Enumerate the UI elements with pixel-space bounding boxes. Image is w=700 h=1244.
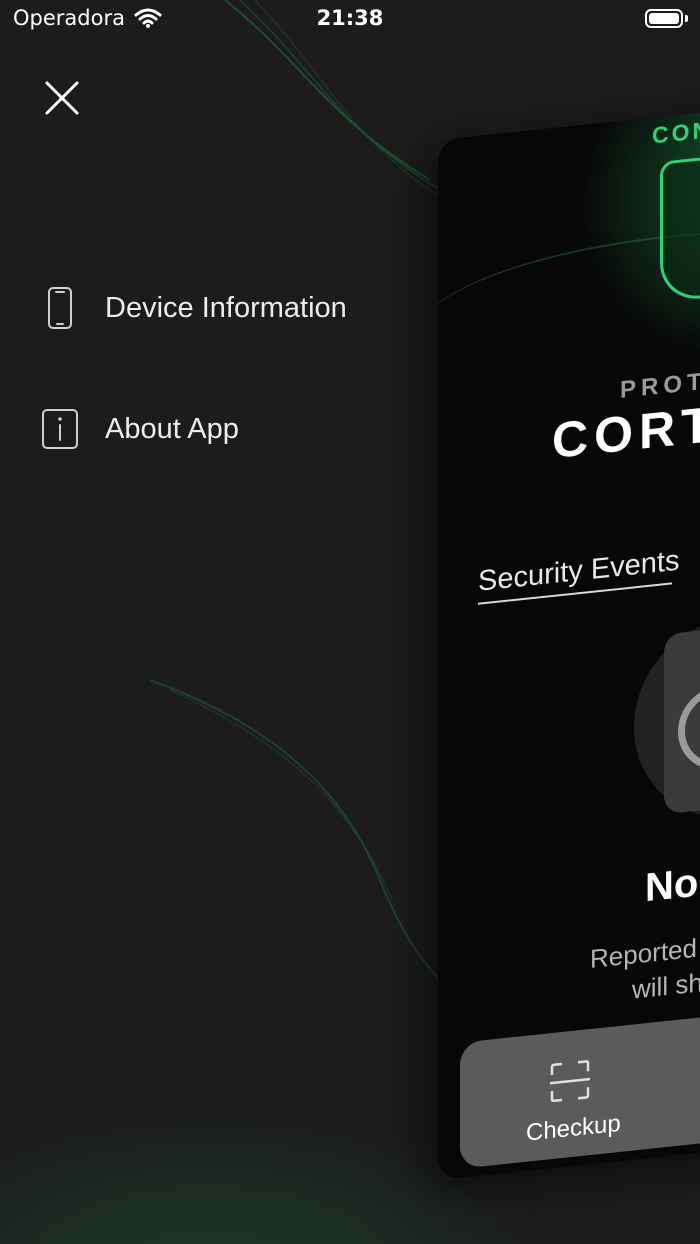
- close-icon: [45, 81, 79, 115]
- preview-section-label: Security Events: [478, 544, 680, 598]
- empty-state-text-line2: will sh: [632, 967, 700, 1005]
- info-icon: [42, 409, 78, 449]
- battery-icon: [645, 9, 683, 28]
- phone-icon: [48, 287, 72, 329]
- tab-checkup[interactable]: Checkup: [522, 1026, 622, 1163]
- close-button[interactable]: [38, 74, 86, 122]
- scan-icon: [550, 1060, 590, 1103]
- preview-brand-top: CON: [652, 116, 700, 149]
- shield-icon: [660, 152, 700, 303]
- status-bar: Operadora 21:38: [0, 0, 700, 40]
- preview-tab-bar: Checkup: [460, 1006, 700, 1169]
- status-time: 21:38: [316, 6, 384, 30]
- preview-title: CORT: [552, 395, 700, 470]
- menu-item-label: About App: [105, 413, 239, 445]
- tab-checkup-label: Checkup: [526, 1109, 621, 1147]
- menu-item-label: Device Information: [105, 292, 347, 324]
- main-screen-preview[interactable]: CON PROT CORT Security Events No Reporte…: [438, 104, 700, 1181]
- menu-item-device-information[interactable]: Device Information: [40, 278, 400, 338]
- home-indicator: [670, 1155, 700, 1164]
- menu-item-about-app[interactable]: About App: [40, 399, 400, 459]
- empty-state-title: No: [645, 860, 699, 911]
- battery-tip: [685, 15, 688, 22]
